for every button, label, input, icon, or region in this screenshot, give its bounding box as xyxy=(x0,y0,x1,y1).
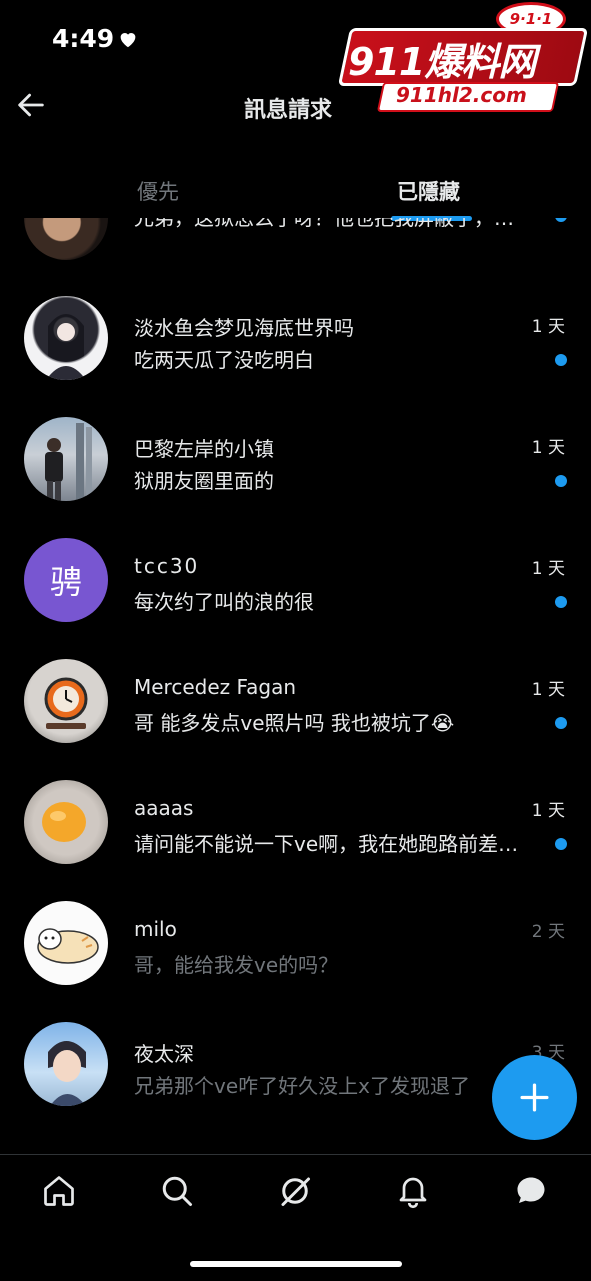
conversation-name: milo xyxy=(134,917,177,941)
bottom-tab-bar xyxy=(0,1154,591,1281)
messages-icon[interactable] xyxy=(513,1173,549,1209)
conversation-row[interactable]: Mercedez Fagan 1 天 哥 能多发点ve照片吗 我也被坑了😭 xyxy=(0,659,591,780)
page-title: 訊息請求 xyxy=(244,98,333,123)
conversation-name: tcc30 xyxy=(134,554,200,578)
conversation-row[interactable]: milo 2 天 哥，能给我发ve的吗？ xyxy=(0,901,591,1022)
avatar[interactable]: 骋 xyxy=(24,538,108,622)
plus-icon xyxy=(520,1083,549,1112)
watermark-sub-text: 911hl2.com xyxy=(396,83,527,107)
conversation-time: 1 天 xyxy=(531,801,565,821)
home-icon[interactable] xyxy=(41,1173,77,1209)
conversation-time: 1 天 xyxy=(531,680,565,700)
grok-icon[interactable] xyxy=(277,1173,313,1209)
watermark-logo: 9·1·1 911爆料网 911hl2.com xyxy=(337,0,590,120)
heart-icon xyxy=(120,33,136,48)
unread-dot xyxy=(555,354,567,366)
conversation-name: Mercedez Fagan xyxy=(134,675,297,699)
avatar[interactable] xyxy=(24,659,108,743)
tabs: 優先 已隱藏 xyxy=(0,160,591,221)
unread-dot xyxy=(555,218,567,222)
search-icon[interactable] xyxy=(159,1173,195,1209)
avatar[interactable] xyxy=(24,218,108,260)
unread-dot xyxy=(555,475,567,487)
new-message-button[interactable] xyxy=(492,1055,577,1140)
tab-hidden[interactable]: 已隱藏 xyxy=(397,176,460,206)
conversation-row[interactable]: 巴黎左岸的小镇 1 天 狱朋友圈里面的 xyxy=(0,417,591,538)
conversation-list: 兄弟，这狱怎么了呀？他也把我屏蔽了，… 淡水鱼会梦见海底世界吗 1 天 吃两天瓜… xyxy=(0,218,591,1154)
message-preview: 兄弟那个ve咋了好久没上x了发现退了 xyxy=(134,1074,470,1098)
message-preview: 每次约了叫的浪的很 xyxy=(134,590,314,614)
conversation-time: 1 天 xyxy=(531,438,565,458)
unread-dot xyxy=(555,717,567,729)
avatar[interactable] xyxy=(24,296,108,380)
message-preview: 狱朋友圈里面的 xyxy=(134,469,274,493)
back-arrow-icon[interactable] xyxy=(14,88,48,122)
message-preview: 兄弟，这狱怎么了呀？他也把我屏蔽了，… xyxy=(134,218,514,230)
home-indicator xyxy=(190,1261,402,1267)
status-time: 4:49 xyxy=(52,24,115,53)
conversation-row[interactable]: 兄弟，这狱怎么了呀？他也把我屏蔽了，… xyxy=(0,218,591,279)
conversation-time: 2 天 xyxy=(531,922,565,942)
conversation-row[interactable]: 骋 tcc30 1 天 每次约了叫的浪的很 xyxy=(0,538,591,659)
avatar-letter: 骋 xyxy=(49,563,82,601)
unread-dot xyxy=(555,838,567,850)
bell-icon[interactable] xyxy=(395,1173,431,1209)
avatar[interactable] xyxy=(24,1022,108,1106)
conversation-row[interactable]: aaaas 1 天 请问能不能说一下ve啊，我在她跑路前差… xyxy=(0,780,591,901)
message-preview: 哥 能多发点ve照片吗 我也被坑了😭 xyxy=(134,711,455,735)
avatar[interactable] xyxy=(24,901,108,985)
avatar[interactable] xyxy=(24,417,108,501)
tab-priority[interactable]: 優先 xyxy=(137,176,179,206)
conversation-name: 夜太深 xyxy=(134,1042,194,1066)
conversation-name: 淡水鱼会梦见海底世界吗 xyxy=(134,316,354,340)
unread-dot xyxy=(555,596,567,608)
message-preview: 请问能不能说一下ve啊，我在她跑路前差… xyxy=(134,832,519,856)
watermark-main-text: 911爆料网 xyxy=(348,40,536,84)
avatar[interactable] xyxy=(24,780,108,864)
conversation-time: 1 天 xyxy=(531,317,565,337)
conversation-name: 巴黎左岸的小镇 xyxy=(134,437,274,461)
message-preview: 吃两天瓜了没吃明白 xyxy=(134,348,314,372)
message-preview: 哥，能给我发ve的吗？ xyxy=(134,953,339,977)
conversation-row[interactable]: 淡水鱼会梦见海底世界吗 1 天 吃两天瓜了没吃明白 xyxy=(0,296,591,417)
conversation-name: aaaas xyxy=(134,796,194,820)
conversation-time: 1 天 xyxy=(531,559,565,579)
